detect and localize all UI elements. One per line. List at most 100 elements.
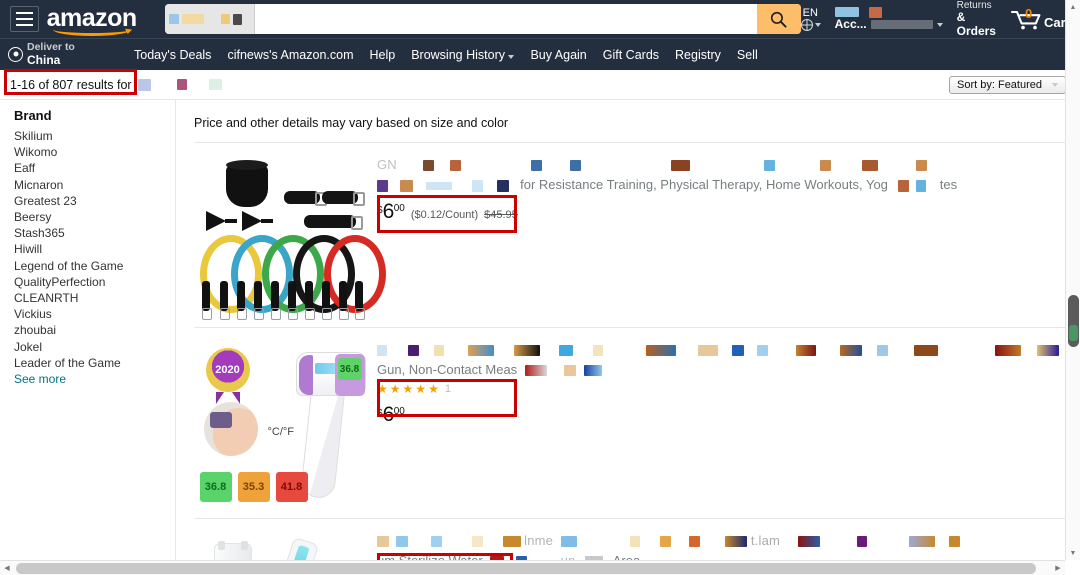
- brand-filter-beersy[interactable]: Beersy: [14, 209, 175, 225]
- ankle-strap-shape: [283, 191, 327, 206]
- account-label: Acc...: [834, 16, 867, 31]
- account-menu[interactable]: Acc...: [834, 6, 943, 31]
- brand-filter-qualityperfection[interactable]: QualityPerfection: [14, 274, 175, 290]
- celsius-fahrenheit-label: °C/°F: [267, 426, 295, 438]
- deliver-to-country: China: [27, 52, 61, 67]
- brand-filter-leader-of-the-game[interactable]: Leader of the Game: [14, 355, 175, 371]
- brand-filter-greatest-23[interactable]: Greatest 23: [14, 193, 175, 209]
- brand-filter-hiwill[interactable]: Hiwill: [14, 241, 175, 257]
- redaction-block: [232, 13, 242, 25]
- subnav-link-sell[interactable]: Sell: [737, 48, 758, 62]
- subnav-link-gift-cards[interactable]: Gift Cards: [603, 48, 659, 62]
- search-input[interactable]: [254, 4, 757, 34]
- product-title-line-1[interactable]: lnme t.lam: [377, 533, 1066, 548]
- hamburger-menu-icon[interactable]: [10, 6, 39, 32]
- amazon-logo[interactable]: amazon: [47, 5, 143, 36]
- scroll-down-arrow-icon[interactable]: ▼: [1066, 546, 1080, 560]
- subnav-link-my-amazon[interactable]: cifnews's Amazon.com: [227, 48, 353, 62]
- ankle-strap-shape: [321, 191, 365, 206]
- subnav-link-help[interactable]: Help: [369, 48, 395, 62]
- subnav-link-registry[interactable]: Registry: [675, 48, 721, 62]
- brand-filter-skilium[interactable]: Skilium: [14, 128, 175, 144]
- display-color-swatches: 36.8 35.3 41.8: [199, 472, 308, 502]
- brand-filter-wikomo[interactable]: Wikomo: [14, 144, 175, 160]
- returns-line-2: & Orders: [956, 10, 996, 38]
- product-rating[interactable]: ★ ★ ★ ★ ★ 1: [377, 383, 1066, 395]
- product-image-uv-lamp[interactable]: [194, 531, 369, 563]
- product-details: lnme t.lam um Sterilize Water un Area: [369, 531, 1066, 563]
- scroll-up-arrow-icon[interactable]: ▲: [1066, 0, 1080, 14]
- redaction-block: [176, 79, 187, 90]
- price-disclaimer-text: Price and other details may vary based o…: [194, 116, 509, 130]
- brand-filter-stash365[interactable]: Stash365: [14, 225, 175, 241]
- price-fraction: 00: [393, 203, 405, 214]
- vertical-scrollbar[interactable]: ▲ ▼: [1065, 0, 1080, 560]
- redaction-block: [870, 20, 933, 29]
- swatch-green: 36.8: [199, 472, 232, 502]
- brand-filter-eaff[interactable]: Eaff: [14, 160, 175, 176]
- brand-filter-see-more[interactable]: See more: [14, 371, 175, 387]
- search-result-item[interactable]: GN for Resistance Training, Physical The…: [194, 142, 1066, 327]
- award-badge-2020: 2020: [205, 348, 250, 404]
- chevron-down-icon: [508, 54, 515, 59]
- returns-and-orders-link[interactable]: Returns & Orders: [957, 0, 996, 37]
- product-price-row: $600: [377, 403, 1066, 427]
- clip-shape: [321, 281, 332, 320]
- product-title-fragment: for Resistance Training, Physical Therap…: [520, 177, 888, 192]
- clip-shape: [236, 281, 247, 320]
- brand-filter-cleanrth[interactable]: CLEANRTH: [14, 290, 175, 306]
- subnav-link-todays-deals[interactable]: Today's Deals: [134, 48, 211, 62]
- search-bar[interactable]: [164, 4, 801, 34]
- deliver-to-selector[interactable]: Deliver to China: [8, 42, 118, 67]
- price-fraction: 00: [393, 406, 405, 417]
- carry-bag-shape: [225, 160, 268, 207]
- product-title-line-1[interactable]: GN: [377, 157, 1066, 172]
- secondary-navigation-bar: Deliver to China Today's Deals cifnews's…: [0, 38, 1080, 70]
- top-navigation-bar: amazon EN Acc... Returns & Orders 0 Cart: [0, 0, 1080, 38]
- scroll-right-arrow-icon[interactable]: ▶: [1051, 564, 1065, 572]
- vertical-scroll-thumb[interactable]: [1068, 295, 1079, 347]
- price-per-count: ($0.12/Count): [410, 209, 479, 221]
- star-icon: ★: [415, 382, 427, 396]
- baby-photo-inset: [203, 402, 258, 456]
- horizontal-scrollbar[interactable]: ◀ ▶: [0, 560, 1065, 575]
- star-icon: ★: [402, 382, 414, 396]
- subnav-link-buy-again[interactable]: Buy Again: [530, 48, 586, 62]
- star-icon: ★: [389, 382, 401, 396]
- cart-button[interactable]: 0 Cart: [1010, 6, 1070, 31]
- brand-filter-jokel[interactable]: Jokel: [14, 339, 175, 355]
- price-whole: 6: [382, 200, 395, 223]
- search-submit-button[interactable]: [756, 4, 801, 34]
- product-price: $600: [377, 200, 405, 224]
- brand-filter-vickius[interactable]: Vickius: [14, 306, 175, 322]
- product-title-line-2[interactable]: for Resistance Training, Physical Therap…: [377, 177, 1066, 192]
- language-selector[interactable]: EN: [800, 7, 821, 31]
- amazon-smile-icon: [52, 23, 131, 36]
- scroll-left-arrow-icon[interactable]: ◀: [0, 564, 14, 572]
- brand-filter-micnaron[interactable]: Micnaron: [14, 177, 175, 193]
- sort-by-dropdown[interactable]: Sort by: Featured: [949, 75, 1066, 94]
- search-result-item[interactable]: 2020 °C/°F 36.8 36.8 35.3 41.8 Gun, Non-…: [194, 327, 1066, 518]
- search-result-item[interactable]: lnme t.lam um Sterilize Water un Area: [194, 518, 1066, 563]
- swatch-orange: 35.3: [237, 472, 270, 502]
- sort-by-label: Sort by:: [957, 78, 995, 91]
- brand-filter-legend-of-the-game[interactable]: Legend of the Game: [14, 258, 175, 274]
- chevron-down-icon: [814, 23, 821, 27]
- brand-filter-zhoubai[interactable]: zhoubai: [14, 322, 175, 338]
- product-title-line-2[interactable]: Gun, Non-Contact Meas: [377, 362, 1066, 377]
- cart-icon: 0: [1010, 6, 1042, 31]
- location-pin-icon: [8, 46, 23, 62]
- clip-shape: [219, 281, 230, 320]
- product-image-resistance-bands[interactable]: [194, 155, 386, 320]
- redaction-block: [168, 14, 179, 24]
- nav-right-cluster: EN Acc... Returns & Orders 0 Cart: [800, 0, 1074, 37]
- clip-shape: [338, 281, 349, 320]
- product-image-thermometer[interactable]: 2020 °C/°F 36.8 36.8 35.3 41.8: [194, 340, 369, 504]
- subnav-link-browsing-history[interactable]: Browsing History: [411, 48, 515, 62]
- product-details: Gun, Non-Contact Meas ★ ★ ★ ★ ★ 1 $600: [369, 340, 1066, 504]
- horizontal-scroll-thumb[interactable]: [16, 563, 1036, 574]
- product-title-fragment: Gun, Non-Contact Meas: [377, 362, 518, 377]
- search-category-dropdown[interactable]: [164, 4, 255, 34]
- product-title-line-1[interactable]: [377, 342, 1066, 357]
- results-count-text: 1-16 of 807 results for: [10, 77, 132, 92]
